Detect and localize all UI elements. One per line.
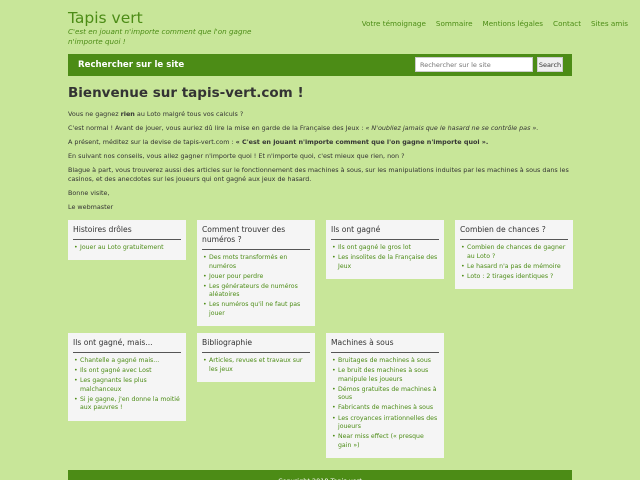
- page-title: Bienvenue sur tapis-vert.com !: [68, 85, 304, 101]
- card-ils-ont-gagne: Ils ont gagné Ils ont gagné le gros lot …: [326, 220, 444, 279]
- card-histoires-droles: Histoires drôles Jouer au Loto gratuitem…: [68, 220, 186, 261]
- intro-text: Vous ne gagnez rien au Loto malgré tous …: [68, 110, 578, 217]
- card-link[interactable]: Ils ont gagné avec Lost: [73, 367, 181, 376]
- card-title: Machines à sous: [331, 338, 439, 353]
- card-title: Ils ont gagné: [331, 225, 439, 240]
- card-link[interactable]: Les insolites de la Française des Jeux: [331, 254, 439, 271]
- card-link[interactable]: Chantelle a gagné mais...: [73, 357, 181, 366]
- p1-bold: rien: [120, 110, 135, 118]
- card-link[interactable]: Démos gratuites de machines à sous: [331, 386, 439, 403]
- card-comment-trouver: Comment trouver des numéros ? Des mots t…: [197, 220, 315, 327]
- card-bibliographie: Bibliographie Articles, revues et travau…: [197, 333, 315, 382]
- search-input[interactable]: [415, 57, 533, 72]
- nav-link-mentions-legales[interactable]: Mentions légales: [483, 19, 544, 28]
- card-combien-de-chances: Combien de chances ? Combien de chances …: [455, 220, 573, 289]
- nav-link-sites-amis[interactable]: Sites amis: [591, 19, 628, 28]
- card-link[interactable]: Les numéros qu'il ne faut pas jouer: [202, 301, 310, 318]
- nav-link-temoignage[interactable]: Votre témoignage: [362, 19, 426, 28]
- card-title: Combien de chances ?: [460, 225, 568, 240]
- card-title: Ils ont gagné, mais...: [73, 338, 181, 353]
- p2-pre: C'est normal ! Avant de jouer, vous auri…: [68, 124, 364, 132]
- p4: En suivant nos conseils, vous allez gagn…: [68, 152, 405, 160]
- p2-quote: « N'oubliez jamais que le hasard ne se c…: [365, 124, 539, 132]
- search-bar: Rechercher sur le site Search: [68, 54, 572, 76]
- card-link[interactable]: Le bruit des machines à sous manipule le…: [331, 367, 439, 384]
- card-link[interactable]: Si je gagne, j'en donne la moitié aux pa…: [73, 396, 181, 413]
- p5: Blague à part, vous trouverez aussi des …: [68, 166, 569, 183]
- card-link[interactable]: Les croyances irrationnelles des joueurs: [331, 415, 439, 432]
- footer: Copyright 2018 Tapis vert: [68, 470, 572, 480]
- nav-link-sommaire[interactable]: Sommaire: [436, 19, 473, 28]
- card-link[interactable]: Jouer au Loto gratuitement: [73, 244, 181, 253]
- card-link[interactable]: Combien de chances de gagner au Loto ?: [460, 244, 568, 261]
- p3-quote: « C'est en jouant n'importe comment que …: [235, 138, 489, 146]
- card-title: Comment trouver des numéros ?: [202, 225, 310, 250]
- p6: Bonne visite,: [68, 189, 110, 197]
- site-tagline: C'est en jouant n'importe comment que l'…: [68, 27, 252, 46]
- card-ils-ont-gagne-mais: Ils ont gagné, mais... Chantelle a gagné…: [68, 333, 186, 421]
- card-link[interactable]: Bruitages de machines à sous: [331, 357, 439, 366]
- p7: Le webmaster: [68, 203, 114, 211]
- card-title: Bibliographie: [202, 338, 310, 353]
- p3-pre: A présent, méditez sur la devise de tapi…: [68, 138, 234, 146]
- card-link[interactable]: Les générateurs de numéros aléatoires: [202, 283, 310, 300]
- search-button[interactable]: Search: [537, 57, 563, 72]
- card-link[interactable]: Fabricants de machines à sous: [331, 404, 439, 413]
- p1-post: au Loto malgré tous vos calculs ?: [136, 110, 244, 118]
- card-machines-a-sous: Machines à sous Bruitages de machines à …: [326, 333, 444, 458]
- p1-pre: Vous ne gagnez: [68, 110, 119, 118]
- card-link[interactable]: Articles, revues et travaux sur les jeux: [202, 357, 310, 374]
- search-bar-title: Rechercher sur le site: [78, 60, 185, 70]
- nav-link-contact[interactable]: Contact: [553, 19, 581, 28]
- top-navigation: Votre témoignage Sommaire Mentions légal…: [362, 19, 628, 28]
- site-title[interactable]: Tapis vert: [68, 9, 143, 27]
- card-link[interactable]: Loto : 2 tirages identiques ?: [460, 273, 568, 282]
- card-title: Histoires drôles: [73, 225, 181, 240]
- card-link[interactable]: Les gagnants les plus malchanceux: [73, 377, 181, 394]
- card-link[interactable]: Near miss effect (« presque gain »): [331, 433, 439, 450]
- card-link[interactable]: Le hasard n'a pas de mémoire: [460, 263, 568, 272]
- card-link[interactable]: Ils ont gagné le gros lot: [331, 244, 439, 253]
- card-link[interactable]: Des mots transformés en numéros: [202, 254, 310, 271]
- card-link[interactable]: Jouer pour perdre: [202, 273, 310, 282]
